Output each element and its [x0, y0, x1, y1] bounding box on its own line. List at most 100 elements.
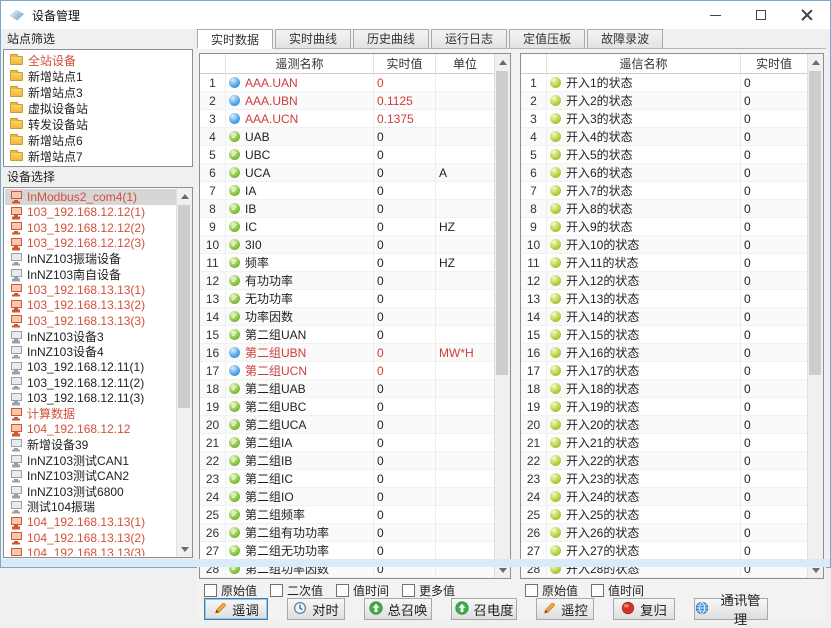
telemetry-row[interactable]: 24第二组IO0: [200, 488, 494, 506]
device-item[interactable]: 104_192.168.13.13(2): [5, 530, 176, 546]
telemetry-checkbox-1[interactable]: 二次值: [270, 582, 323, 599]
device-item[interactable]: 103_192.168.12.12(1): [5, 205, 176, 221]
signal-row[interactable]: 18开入18的状态0: [521, 380, 807, 398]
telemetry-row[interactable]: 17第二组UCN0: [200, 362, 494, 380]
scroll-down-arrow-icon[interactable]: [177, 541, 192, 557]
site-item[interactable]: 新增站点7: [4, 148, 192, 164]
scrollbar-thumb[interactable]: [809, 71, 821, 375]
telemetry-row[interactable]: 8IB0: [200, 200, 494, 218]
signal-row[interactable]: 17开入17的状态0: [521, 362, 807, 380]
telemetry-row[interactable]: 25第二组频率0: [200, 506, 494, 524]
tab-realtime-curve[interactable]: 实时曲线: [275, 29, 351, 48]
device-item[interactable]: 103_192.168.13.13(1): [5, 282, 176, 298]
close-button[interactable]: [784, 1, 830, 29]
device-item[interactable]: 103_192.168.12.11(2): [5, 375, 176, 391]
telemetry-row[interactable]: 19第二组UBC0: [200, 398, 494, 416]
device-item[interactable]: InNZ103测试6800: [5, 484, 176, 500]
device-item[interactable]: 103_192.168.13.13(2): [5, 298, 176, 314]
device-item[interactable]: 103_192.168.12.11(1): [5, 360, 176, 376]
tab-run-log[interactable]: 运行日志: [431, 29, 507, 48]
signal-row[interactable]: 8开入8的状态0: [521, 200, 807, 218]
signal-row[interactable]: 26开入26的状态0: [521, 524, 807, 542]
site-item[interactable]: 新增站点1: [4, 68, 192, 84]
site-item[interactable]: 全站设备: [4, 52, 192, 68]
tab-history-curve[interactable]: 历史曲线: [353, 29, 429, 48]
signal-row[interactable]: 4开入4的状态0: [521, 128, 807, 146]
telemetry-row[interactable]: 3AAA.UCN0.1375: [200, 110, 494, 128]
signal-row[interactable]: 10开入10的状态0: [521, 236, 807, 254]
scroll-up-arrow-icon[interactable]: [808, 54, 823, 70]
remote-control-button[interactable]: 遥控: [536, 598, 594, 620]
device-item[interactable]: 103_192.168.12.11(3): [5, 391, 176, 407]
device-item[interactable]: 104_192.168.12.12: [5, 422, 176, 438]
signal-checkbox-1[interactable]: 值时间: [591, 582, 644, 599]
telemetry-value-header[interactable]: 实时值: [374, 54, 436, 73]
signal-row[interactable]: 21开入21的状态0: [521, 434, 807, 452]
signal-row[interactable]: 23开入23的状态0: [521, 470, 807, 488]
signal-row[interactable]: 6开入6的状态0: [521, 164, 807, 182]
telemetry-row[interactable]: 2AAA.UBN0.1125: [200, 92, 494, 110]
telemetry-row[interactable]: 22第二组IB0: [200, 452, 494, 470]
telemetry-checkbox-2[interactable]: 值时间: [336, 582, 389, 599]
site-item[interactable]: 新增站点3: [4, 84, 192, 100]
scroll-up-arrow-icon[interactable]: [495, 54, 510, 70]
device-list-scrollbar[interactable]: [176, 188, 192, 557]
telemetry-checkbox-0[interactable]: 原始值: [204, 582, 257, 599]
signal-row[interactable]: 19开入19的状态0: [521, 398, 807, 416]
signal-value-header[interactable]: 实时值: [741, 54, 807, 73]
telemetry-row[interactable]: 18第二组UAB0: [200, 380, 494, 398]
device-item[interactable]: 测试104振瑞: [5, 499, 176, 515]
telemetry-row[interactable]: 23第二组IC0: [200, 470, 494, 488]
signal-row[interactable]: 22开入22的状态0: [521, 452, 807, 470]
device-item[interactable]: 103_192.168.12.12(3): [5, 236, 176, 252]
tab-setting-plate[interactable]: 定值压板: [509, 29, 585, 48]
device-item[interactable]: InNZ103测试CAN2: [5, 468, 176, 484]
signal-row[interactable]: 11开入11的状态0: [521, 254, 807, 272]
minimize-button[interactable]: [692, 1, 738, 29]
telemetry-row[interactable]: 26第二组有功功率0: [200, 524, 494, 542]
device-item[interactable]: InNZ103振瑞设备: [5, 251, 176, 267]
signal-row[interactable]: 5开入5的状态0: [521, 146, 807, 164]
scrollbar-thumb[interactable]: [178, 205, 190, 408]
device-item[interactable]: InNZ103设备4: [5, 344, 176, 360]
reset-button[interactable]: 复归: [613, 598, 675, 620]
signal-row[interactable]: 2开入2的状态0: [521, 92, 807, 110]
signal-row[interactable]: 25开入25的状态0: [521, 506, 807, 524]
signal-row[interactable]: 7开入7的状态0: [521, 182, 807, 200]
telemetry-name-header[interactable]: 遥测名称: [226, 54, 374, 73]
telemetry-row[interactable]: 21第二组IA0: [200, 434, 494, 452]
scrollbar-thumb[interactable]: [496, 71, 508, 375]
telemetry-row[interactable]: 9IC0HZ: [200, 218, 494, 236]
signal-row[interactable]: 24开入24的状态0: [521, 488, 807, 506]
telemetry-row[interactable]: 103I00: [200, 236, 494, 254]
signal-row[interactable]: 13开入13的状态0: [521, 290, 807, 308]
signal-scrollbar[interactable]: [807, 54, 823, 578]
tab-fault-record[interactable]: 故障录波: [587, 29, 663, 48]
general-call-button[interactable]: 总召唤: [364, 598, 432, 620]
signal-row[interactable]: 15开入15的状态0: [521, 326, 807, 344]
telemetry-checkbox-3[interactable]: 更多值: [402, 582, 455, 599]
device-item[interactable]: 104_192.168.13.13(1): [5, 515, 176, 531]
device-item[interactable]: 103_192.168.13.13(3): [5, 313, 176, 329]
signal-row[interactable]: 20开入20的状态0: [521, 416, 807, 434]
telemetry-scrollbar[interactable]: [494, 54, 510, 578]
telemetry-row[interactable]: 7IA0: [200, 182, 494, 200]
signal-row[interactable]: 27开入27的状态0: [521, 542, 807, 560]
signal-row[interactable]: 1开入1的状态0: [521, 74, 807, 92]
telemetry-row[interactable]: 11频率0HZ: [200, 254, 494, 272]
device-item[interactable]: 计算数据: [5, 406, 176, 422]
telemetry-row[interactable]: 16第二组UBN0MW*H: [200, 344, 494, 362]
device-item[interactable]: 新增设备39: [5, 437, 176, 453]
signal-row[interactable]: 14开入14的状态0: [521, 308, 807, 326]
telemetry-row[interactable]: 5UBC0: [200, 146, 494, 164]
telemetry-row[interactable]: 1AAA.UAN0: [200, 74, 494, 92]
device-item[interactable]: InModbus2_com4(1): [5, 189, 176, 205]
signal-name-header[interactable]: 遥信名称: [547, 54, 741, 73]
signal-row[interactable]: 9开入9的状态0: [521, 218, 807, 236]
telemetry-row[interactable]: 27第二组无功功率0: [200, 542, 494, 560]
telemetry-row[interactable]: 12有功功率0: [200, 272, 494, 290]
time-sync-button[interactable]: 对时: [287, 598, 345, 620]
maximize-button[interactable]: [738, 1, 784, 29]
call-energy-button[interactable]: 召电度: [451, 598, 517, 620]
telemetry-row[interactable]: 13无功功率0: [200, 290, 494, 308]
